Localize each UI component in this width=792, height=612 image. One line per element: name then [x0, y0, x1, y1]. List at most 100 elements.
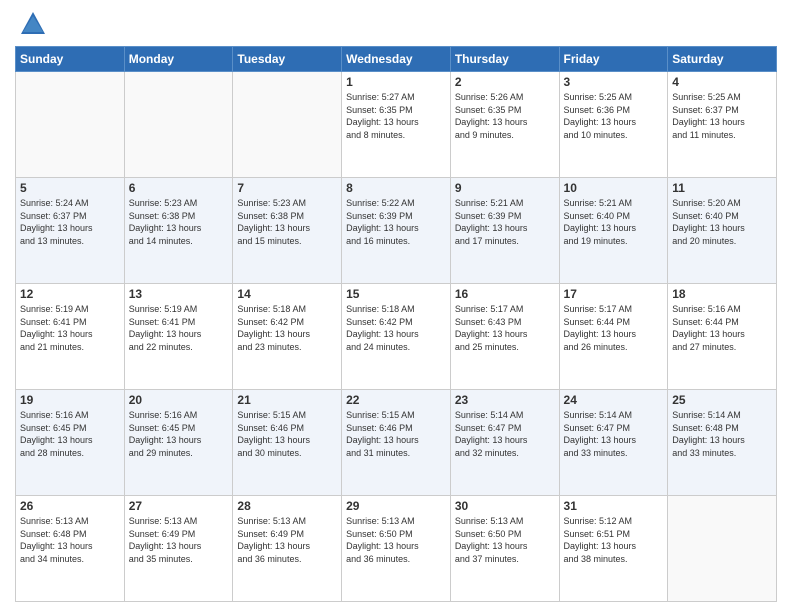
- calendar-cell: 21 Sunrise: 5:15 AM Sunset: 6:46 PM Dayli…: [233, 390, 342, 496]
- day-info: Sunrise: 5:14 AM Sunset: 6:47 PM Dayligh…: [564, 409, 664, 459]
- day-number: 28: [237, 499, 337, 513]
- calendar-cell: 10 Sunrise: 5:21 AM Sunset: 6:40 PM Dayli…: [559, 178, 668, 284]
- calendar-cell: 12 Sunrise: 5:19 AM Sunset: 6:41 PM Dayli…: [16, 284, 125, 390]
- calendar-cell: 29 Sunrise: 5:13 AM Sunset: 6:50 PM Dayli…: [342, 496, 451, 602]
- calendar-cell: 30 Sunrise: 5:13 AM Sunset: 6:50 PM Dayli…: [450, 496, 559, 602]
- calendar-cell: 22Sunrise: 5:15 AM Sunset: 6:46 PM Dayli…: [342, 390, 451, 496]
- day-info: Sunrise: 5:16 AM Sunset: 6:44 PM Dayligh…: [672, 303, 772, 353]
- week-row-2: 12 Sunrise: 5:19 AM Sunset: 6:41 PM Dayli…: [16, 284, 777, 390]
- day-info: Sunrise: 5:21 AM Sunset: 6:40 PM Dayligh…: [564, 197, 664, 247]
- day-number: 12: [20, 287, 120, 301]
- week-row-1: 5 Sunrise: 5:24 AM Sunset: 6:37 PM Daylig…: [16, 178, 777, 284]
- day-number: 21: [237, 393, 337, 407]
- calendar-cell: 15 Sunrise: 5:18 AM Sunset: 6:42 PM Dayli…: [342, 284, 451, 390]
- day-info: Sunrise: 5:17 AM Sunset: 6:43 PM Dayligh…: [455, 303, 555, 353]
- day-info: Sunrise: 5:15 AM Sunset: 6:46 PM Dayligh…: [346, 409, 446, 459]
- calendar-cell: 28Sunrise: 5:13 AM Sunset: 6:49 PM Dayli…: [233, 496, 342, 602]
- day-info: Sunrise: 5:26 AM Sunset: 6:35 PM Dayligh…: [455, 91, 555, 141]
- day-info: Sunrise: 5:19 AM Sunset: 6:41 PM Dayligh…: [20, 303, 120, 353]
- weekday-header-thursday: Thursday: [450, 47, 559, 72]
- day-number: 6: [129, 181, 229, 195]
- day-info: Sunrise: 5:14 AM Sunset: 6:47 PM Dayligh…: [455, 409, 555, 459]
- calendar-cell: 5 Sunrise: 5:24 AM Sunset: 6:37 PM Daylig…: [16, 178, 125, 284]
- day-info: Sunrise: 5:13 AM Sunset: 6:50 PM Dayligh…: [455, 515, 555, 565]
- day-info: Sunrise: 5:27 AM Sunset: 6:35 PM Dayligh…: [346, 91, 446, 141]
- calendar-cell: 2Sunrise: 5:26 AM Sunset: 6:35 PM Daylig…: [450, 72, 559, 178]
- day-info: Sunrise: 5:23 AM Sunset: 6:38 PM Dayligh…: [129, 197, 229, 247]
- logo: [15, 10, 47, 38]
- day-info: Sunrise: 5:16 AM Sunset: 6:45 PM Dayligh…: [20, 409, 120, 459]
- day-number: 1: [346, 75, 446, 89]
- weekday-header-tuesday: Tuesday: [233, 47, 342, 72]
- week-row-4: 26Sunrise: 5:13 AM Sunset: 6:48 PM Dayli…: [16, 496, 777, 602]
- calendar-cell: 27Sunrise: 5:13 AM Sunset: 6:49 PM Dayli…: [124, 496, 233, 602]
- day-info: Sunrise: 5:13 AM Sunset: 6:50 PM Dayligh…: [346, 515, 446, 565]
- day-number: 18: [672, 287, 772, 301]
- week-row-3: 19 Sunrise: 5:16 AM Sunset: 6:45 PM Dayli…: [16, 390, 777, 496]
- calendar-cell: 1 Sunrise: 5:27 AM Sunset: 6:35 PM Daylig…: [342, 72, 451, 178]
- day-info: Sunrise: 5:21 AM Sunset: 6:39 PM Dayligh…: [455, 197, 555, 247]
- day-info: Sunrise: 5:20 AM Sunset: 6:40 PM Dayligh…: [672, 197, 772, 247]
- day-number: 7: [237, 181, 337, 195]
- calendar-cell: 25 Sunrise: 5:14 AM Sunset: 6:48 PM Dayli…: [668, 390, 777, 496]
- day-info: Sunrise: 5:14 AM Sunset: 6:48 PM Dayligh…: [672, 409, 772, 459]
- day-info: Sunrise: 5:16 AM Sunset: 6:45 PM Dayligh…: [129, 409, 229, 459]
- week-row-0: 1 Sunrise: 5:27 AM Sunset: 6:35 PM Daylig…: [16, 72, 777, 178]
- day-number: 29: [346, 499, 446, 513]
- day-number: 20: [129, 393, 229, 407]
- day-number: 23: [455, 393, 555, 407]
- calendar-cell: 24 Sunrise: 5:14 AM Sunset: 6:47 PM Dayli…: [559, 390, 668, 496]
- day-info: Sunrise: 5:17 AM Sunset: 6:44 PM Dayligh…: [564, 303, 664, 353]
- day-number: 16: [455, 287, 555, 301]
- calendar-cell: 7 Sunrise: 5:23 AM Sunset: 6:38 PM Daylig…: [233, 178, 342, 284]
- day-info: Sunrise: 5:18 AM Sunset: 6:42 PM Dayligh…: [237, 303, 337, 353]
- day-number: 8: [346, 181, 446, 195]
- day-number: 3: [564, 75, 664, 89]
- page: SundayMondayTuesdayWednesdayThursdayFrid…: [0, 0, 792, 612]
- calendar-cell: 8 Sunrise: 5:22 AM Sunset: 6:39 PM Daylig…: [342, 178, 451, 284]
- calendar-cell: [16, 72, 125, 178]
- weekday-header-saturday: Saturday: [668, 47, 777, 72]
- day-number: 25: [672, 393, 772, 407]
- day-info: Sunrise: 5:18 AM Sunset: 6:42 PM Dayligh…: [346, 303, 446, 353]
- weekday-header-friday: Friday: [559, 47, 668, 72]
- day-number: 17: [564, 287, 664, 301]
- calendar-cell: 13 Sunrise: 5:19 AM Sunset: 6:41 PM Dayli…: [124, 284, 233, 390]
- day-number: 4: [672, 75, 772, 89]
- day-info: Sunrise: 5:22 AM Sunset: 6:39 PM Dayligh…: [346, 197, 446, 247]
- day-number: 27: [129, 499, 229, 513]
- calendar-cell: 23 Sunrise: 5:14 AM Sunset: 6:47 PM Dayli…: [450, 390, 559, 496]
- day-number: 10: [564, 181, 664, 195]
- day-info: Sunrise: 5:25 AM Sunset: 6:37 PM Dayligh…: [672, 91, 772, 141]
- weekday-header-wednesday: Wednesday: [342, 47, 451, 72]
- day-info: Sunrise: 5:15 AM Sunset: 6:46 PM Dayligh…: [237, 409, 337, 459]
- header: [15, 10, 777, 38]
- calendar-cell: 14Sunrise: 5:18 AM Sunset: 6:42 PM Dayli…: [233, 284, 342, 390]
- day-info: Sunrise: 5:12 AM Sunset: 6:51 PM Dayligh…: [564, 515, 664, 565]
- day-info: Sunrise: 5:19 AM Sunset: 6:41 PM Dayligh…: [129, 303, 229, 353]
- calendar-cell: [668, 496, 777, 602]
- day-info: Sunrise: 5:24 AM Sunset: 6:37 PM Dayligh…: [20, 197, 120, 247]
- calendar-cell: 18 Sunrise: 5:16 AM Sunset: 6:44 PM Dayli…: [668, 284, 777, 390]
- day-info: Sunrise: 5:23 AM Sunset: 6:38 PM Dayligh…: [237, 197, 337, 247]
- calendar-cell: 9 Sunrise: 5:21 AM Sunset: 6:39 PM Daylig…: [450, 178, 559, 284]
- calendar-cell: 31 Sunrise: 5:12 AM Sunset: 6:51 PM Dayli…: [559, 496, 668, 602]
- weekday-header-row: SundayMondayTuesdayWednesdayThursdayFrid…: [16, 47, 777, 72]
- day-number: 19: [20, 393, 120, 407]
- day-info: Sunrise: 5:13 AM Sunset: 6:48 PM Dayligh…: [20, 515, 120, 565]
- day-number: 30: [455, 499, 555, 513]
- weekday-header-monday: Monday: [124, 47, 233, 72]
- day-number: 13: [129, 287, 229, 301]
- calendar-cell: 4 Sunrise: 5:25 AM Sunset: 6:37 PM Daylig…: [668, 72, 777, 178]
- day-number: 24: [564, 393, 664, 407]
- day-number: 11: [672, 181, 772, 195]
- calendar-cell: 6 Sunrise: 5:23 AM Sunset: 6:38 PM Daylig…: [124, 178, 233, 284]
- day-number: 5: [20, 181, 120, 195]
- day-number: 31: [564, 499, 664, 513]
- calendar-cell: 20 Sunrise: 5:16 AM Sunset: 6:45 PM Dayli…: [124, 390, 233, 496]
- calendar-cell: 16 Sunrise: 5:17 AM Sunset: 6:43 PM Dayli…: [450, 284, 559, 390]
- calendar-table: SundayMondayTuesdayWednesdayThursdayFrid…: [15, 46, 777, 602]
- day-number: 15: [346, 287, 446, 301]
- day-number: 9: [455, 181, 555, 195]
- calendar-cell: 11 Sunrise: 5:20 AM Sunset: 6:40 PM Dayli…: [668, 178, 777, 284]
